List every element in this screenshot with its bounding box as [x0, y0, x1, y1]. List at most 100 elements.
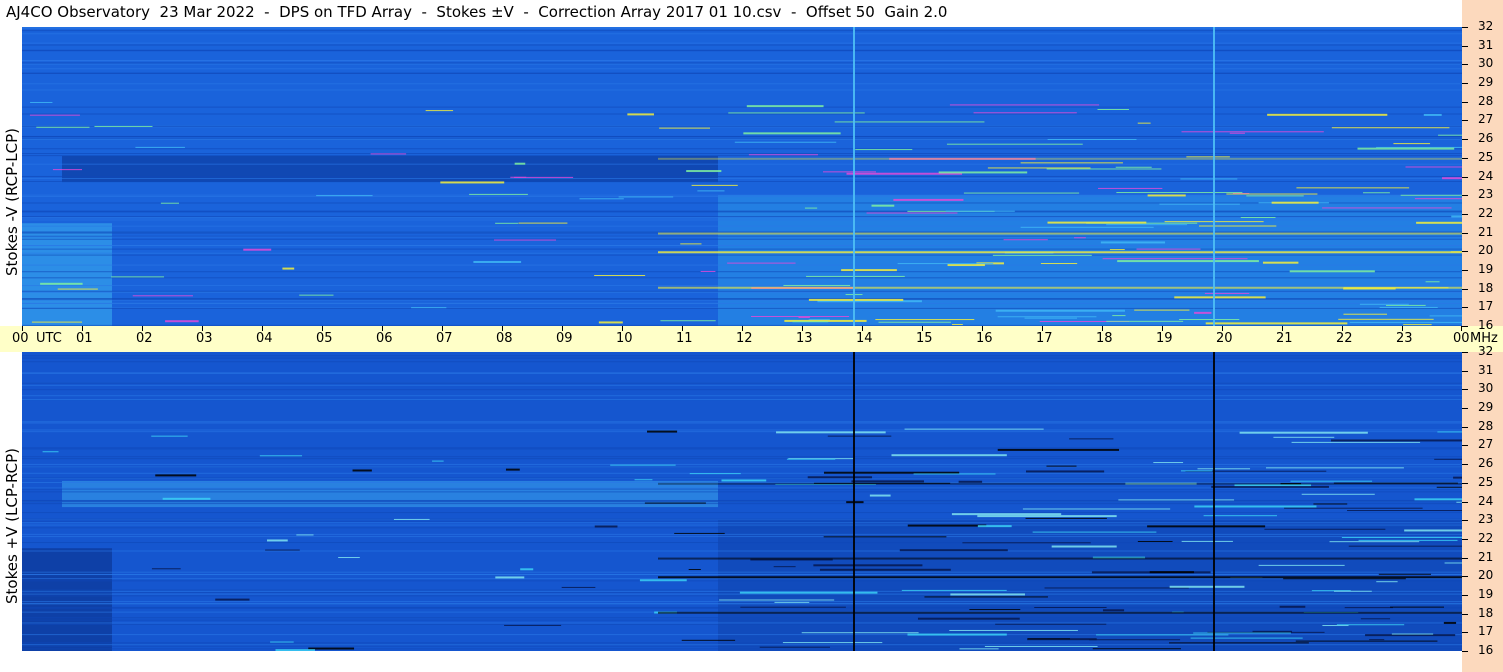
interference-streak — [1149, 571, 1194, 574]
frequency-tick-mark — [1462, 576, 1468, 577]
time-tick-label: 21 — [1276, 331, 1293, 346]
striation-line — [22, 72, 1462, 74]
interference-streak — [851, 480, 924, 483]
frequency-tick-mark — [1462, 102, 1468, 103]
striation-line — [22, 83, 1462, 85]
interference-streak — [697, 190, 725, 192]
frequency-tick-label: 16 — [1478, 643, 1494, 657]
striation-line — [22, 196, 1462, 198]
striation-line — [22, 361, 1462, 363]
interference-streak — [823, 536, 947, 538]
persistent-line — [658, 576, 1462, 579]
interference-streak — [265, 549, 300, 551]
interference-streak — [1291, 441, 1421, 443]
interference-streak — [1341, 537, 1462, 539]
striation-line — [22, 382, 1462, 384]
interference-streak — [1026, 470, 1105, 473]
striation-line — [22, 488, 1462, 490]
time-tick-label: 02 — [136, 331, 153, 346]
interference-streak — [1400, 194, 1462, 196]
interference-streak — [938, 171, 1028, 174]
striation-line — [22, 180, 1462, 182]
interference-streak — [162, 497, 211, 500]
striation-line — [22, 580, 1462, 582]
interference-streak — [1393, 143, 1431, 145]
interference-streak — [1194, 311, 1212, 314]
time-tick-label: 06 — [376, 331, 393, 346]
interference-streak — [987, 167, 1091, 169]
interference-streak — [997, 316, 1097, 318]
frequency-tick-mark — [1462, 195, 1468, 196]
striation-line — [22, 542, 1462, 544]
frequency-tick-mark — [1462, 233, 1468, 234]
frequency-tick-label: 29 — [1478, 75, 1494, 89]
striation-line — [22, 500, 1462, 502]
interference-streak — [786, 458, 836, 460]
striation-line — [22, 589, 1462, 591]
interference-streak — [42, 451, 59, 453]
interference-streak — [1360, 618, 1391, 620]
frequency-tick-mark — [1462, 46, 1468, 47]
striation-line — [22, 285, 1462, 287]
interference-streak — [30, 101, 53, 103]
striation-line — [22, 27, 1462, 29]
time-tick-label: 12 — [736, 331, 753, 346]
striation-line — [22, 299, 1462, 301]
striation-line — [22, 33, 1462, 35]
striation-line — [22, 447, 1462, 449]
time-tick-label: 15 — [916, 331, 933, 346]
interference-streak — [1115, 166, 1152, 168]
interference-streak — [759, 646, 830, 648]
frequency-tick-label: 30 — [1478, 56, 1494, 70]
interference-streak — [1414, 498, 1462, 501]
interference-streak — [746, 105, 824, 108]
top-panel-y-label: Stokes -V (RCP-LCP) — [3, 128, 21, 276]
striation-line — [22, 236, 1462, 238]
interference-streak — [1047, 221, 1147, 224]
interference-streak — [700, 270, 716, 272]
interference-streak — [1429, 315, 1462, 317]
interference-streak — [504, 624, 562, 626]
interference-streak — [594, 275, 646, 277]
frequency-tick-label: 30 — [1478, 381, 1494, 395]
interference-streak — [270, 641, 294, 643]
interference-streak — [505, 468, 520, 471]
striation-line — [22, 163, 1462, 165]
striation-line — [22, 216, 1462, 218]
frequency-tick-label: 18 — [1478, 606, 1494, 620]
interference-streak — [924, 596, 1048, 598]
striation-line — [22, 607, 1462, 609]
interference-streak — [151, 568, 181, 570]
spectrogram-canvas — [22, 352, 1462, 651]
frequency-tick-mark — [1462, 539, 1468, 540]
interference-streak — [1097, 108, 1129, 110]
striation-line — [22, 648, 1462, 650]
striation-line — [22, 477, 1462, 479]
striation-line — [22, 238, 1462, 240]
frequency-tick-mark — [1462, 614, 1468, 615]
striation-line — [22, 219, 1462, 221]
striation-line — [22, 571, 1462, 573]
interference-streak — [783, 284, 851, 286]
frequency-tick-label: 19 — [1478, 587, 1494, 601]
striation-line — [22, 422, 1462, 424]
interference-streak — [822, 171, 876, 173]
interference-streak — [1358, 539, 1458, 541]
frequency-tick-label: 25 — [1478, 150, 1494, 164]
striation-line — [22, 595, 1462, 597]
interference-streak — [686, 170, 722, 173]
frequency-tick-mark — [1462, 632, 1468, 633]
time-tick-label: 17 — [1036, 331, 1053, 346]
interference-streak — [1046, 465, 1077, 467]
interference-streak — [1020, 162, 1123, 164]
interference-streak — [681, 639, 736, 641]
time-tick-label: 16 — [976, 331, 993, 346]
interference-streak — [215, 598, 250, 601]
time-tick-label: 20 — [1216, 331, 1233, 346]
spectrogram-canvas — [22, 27, 1462, 326]
time-tick-label: 00 — [1453, 331, 1470, 346]
striation-line — [22, 601, 1462, 603]
interference-streak — [1193, 632, 1291, 634]
frequency-tick-mark — [1462, 427, 1468, 428]
interference-streak — [647, 430, 678, 433]
